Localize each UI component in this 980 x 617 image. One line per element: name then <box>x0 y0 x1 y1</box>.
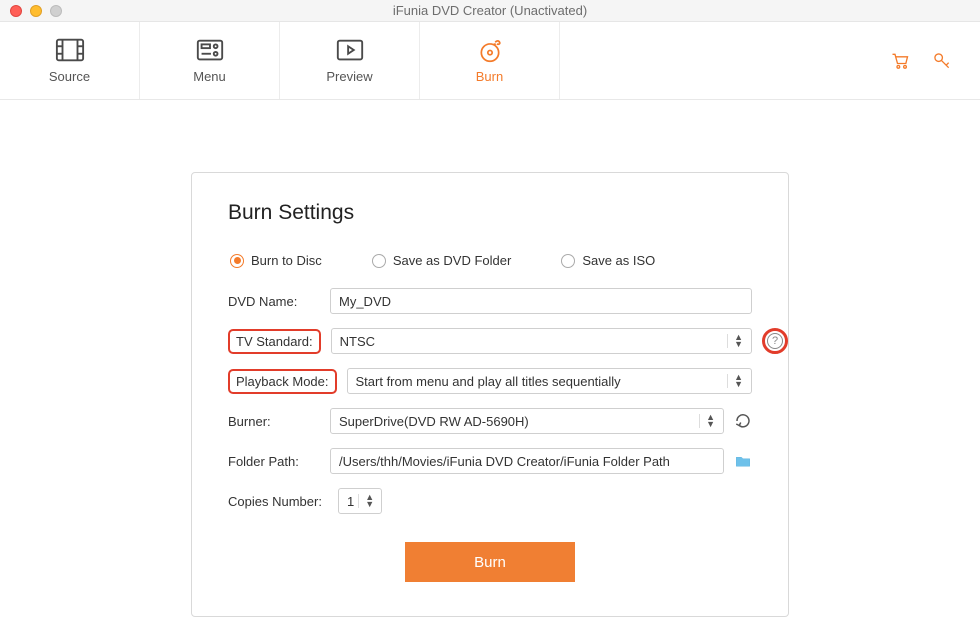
row-playback-mode: Playback Mode: Start from menu and play … <box>228 368 752 394</box>
tab-preview[interactable]: Preview <box>280 22 420 99</box>
tv-standard-help-highlight: ? <box>762 328 788 354</box>
select-arrows-icon: ▲▼ <box>727 334 743 348</box>
radio-label: Save as ISO <box>582 253 655 268</box>
label-folder-path: Folder Path: <box>228 454 330 469</box>
menu-layout-icon <box>195 37 225 63</box>
radio-save-iso[interactable]: Save as ISO <box>561 253 655 268</box>
tab-preview-label: Preview <box>326 69 372 84</box>
tv-standard-select[interactable]: NTSC ▲▼ <box>331 328 752 354</box>
stage: Burn Settings Burn to Disc Save as DVD F… <box>0 100 980 617</box>
radio-label: Save as DVD Folder <box>393 253 512 268</box>
toolbar-right <box>890 22 980 99</box>
cart-icon[interactable] <box>890 51 910 71</box>
select-arrows-icon: ▲▼ <box>699 414 715 428</box>
radio-save-dvd-folder[interactable]: Save as DVD Folder <box>372 253 512 268</box>
output-type-radio-group: Burn to Disc Save as DVD Folder Save as … <box>230 253 752 268</box>
tab-burn-label: Burn <box>476 69 503 84</box>
tab-menu-label: Menu <box>193 69 226 84</box>
tab-burn[interactable]: Burn <box>420 22 560 99</box>
burn-settings-panel: Burn Settings Burn to Disc Save as DVD F… <box>191 172 789 617</box>
label-dvd-name: DVD Name: <box>228 294 330 309</box>
main-toolbar: Source Menu Preview Burn <box>0 22 980 100</box>
burner-value: SuperDrive(DVD RW AD-5690H) <box>339 414 529 429</box>
row-folder-path: Folder Path: /Users/thh/Movies/iFunia DV… <box>228 448 752 474</box>
row-copies: Copies Number: 1 ▲▼ <box>228 488 752 514</box>
preview-play-icon <box>335 37 365 63</box>
tab-menu[interactable]: Menu <box>140 22 280 99</box>
panel-heading: Burn Settings <box>228 201 752 225</box>
help-icon[interactable]: ? <box>767 333 783 349</box>
row-tv-standard: TV Standard: NTSC ▲▼ ? <box>228 328 752 354</box>
radio-dot-icon <box>561 254 575 268</box>
refresh-icon[interactable] <box>734 412 752 430</box>
stepper-arrows-icon: ▲▼ <box>358 494 374 508</box>
select-arrows-icon: ▲▼ <box>727 374 743 388</box>
row-burner: Burner: SuperDrive(DVD RW AD-5690H) ▲▼ <box>228 408 752 434</box>
burner-select[interactable]: SuperDrive(DVD RW AD-5690H) ▲▼ <box>330 408 724 434</box>
dvd-name-value: My_DVD <box>339 294 391 309</box>
label-copies: Copies Number: <box>228 494 338 509</box>
folder-path-value: /Users/thh/Movies/iFunia DVD Creator/iFu… <box>339 454 670 469</box>
tv-standard-value: NTSC <box>340 334 375 349</box>
tab-source-label: Source <box>49 69 90 84</box>
disc-burn-icon <box>475 37 505 63</box>
label-burner: Burner: <box>228 414 330 429</box>
radio-dot-icon <box>230 254 244 268</box>
window-title: iFunia DVD Creator (Unactivated) <box>0 3 980 18</box>
radio-label: Burn to Disc <box>251 253 322 268</box>
dvd-name-input[interactable]: My_DVD <box>330 288 752 314</box>
tab-source[interactable]: Source <box>0 22 140 99</box>
row-dvd-name: DVD Name: My_DVD <box>228 288 752 314</box>
playback-mode-select[interactable]: Start from menu and play all titles sequ… <box>347 368 753 394</box>
folder-icon[interactable] <box>734 452 752 470</box>
radio-dot-icon <box>372 254 386 268</box>
copies-stepper[interactable]: 1 ▲▼ <box>338 488 382 514</box>
copies-value: 1 <box>347 494 354 509</box>
playback-mode-value: Start from menu and play all titles sequ… <box>356 374 621 389</box>
label-playback-mode: Playback Mode: <box>228 369 337 394</box>
titlebar: iFunia DVD Creator (Unactivated) <box>0 0 980 22</box>
radio-burn-to-disc[interactable]: Burn to Disc <box>230 253 322 268</box>
toolbar-spacer <box>560 22 890 99</box>
key-icon[interactable] <box>932 51 952 71</box>
filmstrip-icon <box>55 37 85 63</box>
folder-path-input[interactable]: /Users/thh/Movies/iFunia DVD Creator/iFu… <box>330 448 724 474</box>
label-tv-standard: TV Standard: <box>228 329 321 354</box>
burn-button[interactable]: Burn <box>405 542 575 582</box>
